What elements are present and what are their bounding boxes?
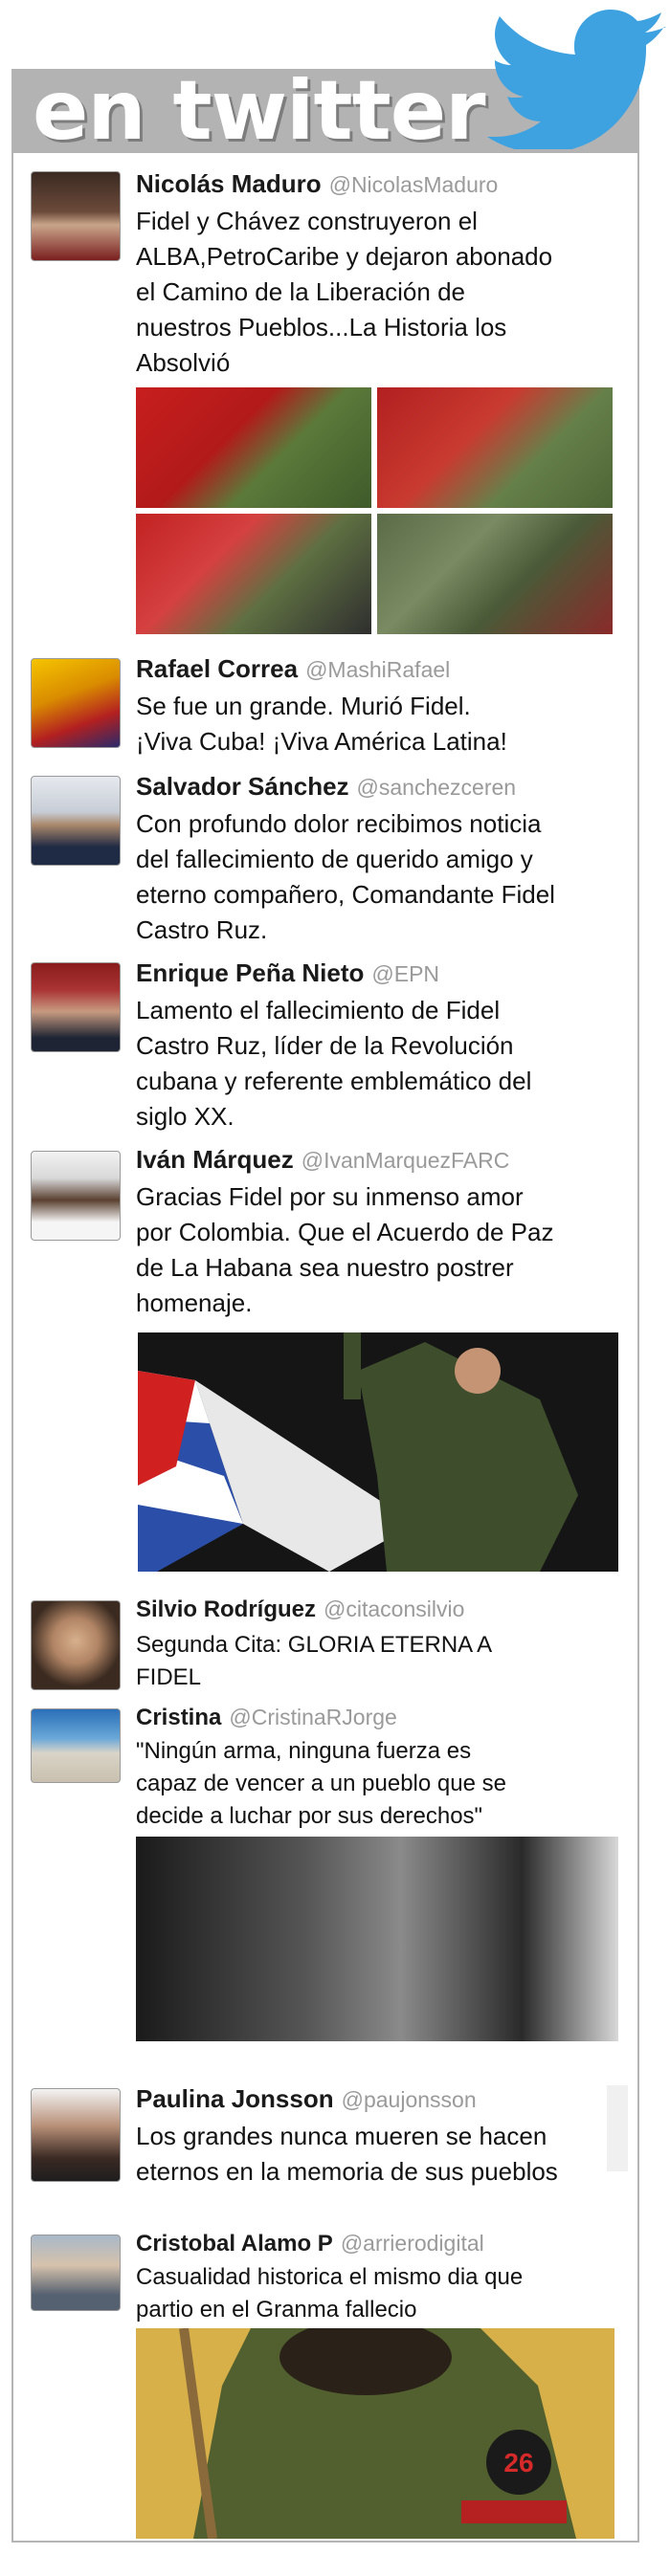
tweet-author[interactable]: Rafael Correa @MashiRafael: [136, 654, 450, 684]
tweet-photo[interactable]: [377, 514, 613, 634]
tweet-author[interactable]: Paulina Jonsson @paujonsson: [136, 2084, 477, 2114]
tweet-text: Gracias Fidel por su inmenso amor por Co…: [136, 1182, 554, 1317]
avatar[interactable]: [31, 1151, 121, 1241]
tweet-photo[interactable]: [136, 387, 371, 508]
tweet-text: "Ningún arma, ninguna fuerza es capaz de…: [136, 1738, 506, 1829]
tweet-handle[interactable]: @NicolasMaduro: [329, 172, 499, 197]
tweet-photo[interactable]: [136, 1837, 618, 2041]
avatar[interactable]: [31, 1600, 121, 1690]
scrollbar[interactable]: [607, 2085, 628, 2171]
tweet-photo[interactable]: 26: [136, 2328, 614, 2539]
tweet-author[interactable]: Cristobal Alamo P @arrierodigital: [136, 2231, 484, 2257]
tweet-handle[interactable]: @paujonsson: [342, 2087, 477, 2112]
tweet-text: Con profundo dolor recibimos noticia del…: [136, 809, 555, 944]
tweet-cristina[interactable]: Cristina @CristinaRJorge "Ningún arma, ni…: [23, 1703, 636, 2057]
avatar[interactable]: [31, 776, 121, 866]
tweet-author[interactable]: Salvador Sánchez @sanchezceren: [136, 772, 516, 802]
svg-text:26: 26: [503, 2448, 533, 2477]
tweet-handle[interactable]: @IvanMarquezFARC: [302, 1148, 510, 1173]
tweet-ivan-marquez[interactable]: Iván Márquez @IvanMarquezFARC Gracias Fid…: [23, 1143, 636, 1572]
tweet-handle[interactable]: @sanchezceren: [357, 775, 517, 800]
avatar[interactable]: [31, 1708, 121, 1783]
tweet-salvador-sanchez[interactable]: Salvador Sánchez @sanchezceren Con profun…: [23, 770, 636, 952]
tweet-handle[interactable]: @citaconsilvio: [324, 1596, 464, 1621]
twitter-bird-icon: [487, 10, 666, 149]
tweet-nicolas-maduro[interactable]: Nicolás Maduro @NicolasMaduro Fidel y Chá…: [23, 167, 636, 665]
tweet-handle[interactable]: @CristinaRJorge: [229, 1705, 396, 1729]
uniform-photo-illustration: 26: [136, 2328, 614, 2539]
tweet-cristobal-alamo[interactable]: Cristobal Alamo P @arrierodigital Casuali…: [23, 2229, 636, 2544]
tweet-photo[interactable]: [377, 387, 613, 508]
tweet-author[interactable]: Enrique Peña Nieto @EPN: [136, 958, 439, 988]
tweet-handle[interactable]: @arrierodigital: [341, 2231, 484, 2256]
tweet-text: Fidel y Chávez construyeron el ALBA,Petr…: [136, 207, 553, 377]
tweet-photo[interactable]: [136, 514, 371, 634]
avatar[interactable]: [31, 2235, 121, 2311]
tweet-text: Casualidad historica el mismo dia que pa…: [136, 2264, 524, 2323]
tweet-text: Lamento el fallecimiento de Fidel Castro…: [136, 996, 532, 1131]
banner-title: en twitter: [33, 69, 485, 153]
tweet-photo[interactable]: [138, 1332, 618, 1572]
tweet-author[interactable]: Cristina @CristinaRJorge: [136, 1705, 397, 1731]
avatar[interactable]: [31, 658, 121, 748]
tweet-text: Los grandes nunca mueren se hacen eterno…: [136, 2122, 558, 2186]
tweet-handle[interactable]: @MashiRafael: [305, 657, 450, 682]
tweet-author[interactable]: Nicolás Maduro @NicolasMaduro: [136, 169, 498, 199]
avatar[interactable]: [31, 2088, 121, 2182]
tweet-handle[interactable]: @EPN: [371, 961, 439, 986]
avatar[interactable]: [31, 171, 121, 261]
tweet-text: Segunda Cita: GLORIA ETERNA A FIDEL: [136, 1632, 493, 1690]
tweet-author[interactable]: Silvio Rodríguez @citaconsilvio: [136, 1596, 464, 1623]
tweet-silvio-rodriguez[interactable]: Silvio Rodríguez @citaconsilvio Segunda C…: [23, 1593, 636, 1690]
tweet-author[interactable]: Iván Márquez @IvanMarquezFARC: [136, 1145, 509, 1175]
tweet-enrique-pena-nieto[interactable]: Enrique Peña Nieto @EPN Lamento el fallec…: [23, 957, 636, 1138]
avatar[interactable]: [31, 962, 121, 1052]
tweet-paulina-jonsson[interactable]: Paulina Jonsson @paujonsson Los grandes n…: [23, 2081, 636, 2186]
flag-photo-illustration: [138, 1332, 618, 1572]
tweet-text: Se fue un grande. Murió Fidel. ¡Viva Cub…: [136, 692, 507, 756]
tweet-rafael-correa[interactable]: Rafael Correa @MashiRafael Se fue un gran…: [23, 650, 636, 756]
